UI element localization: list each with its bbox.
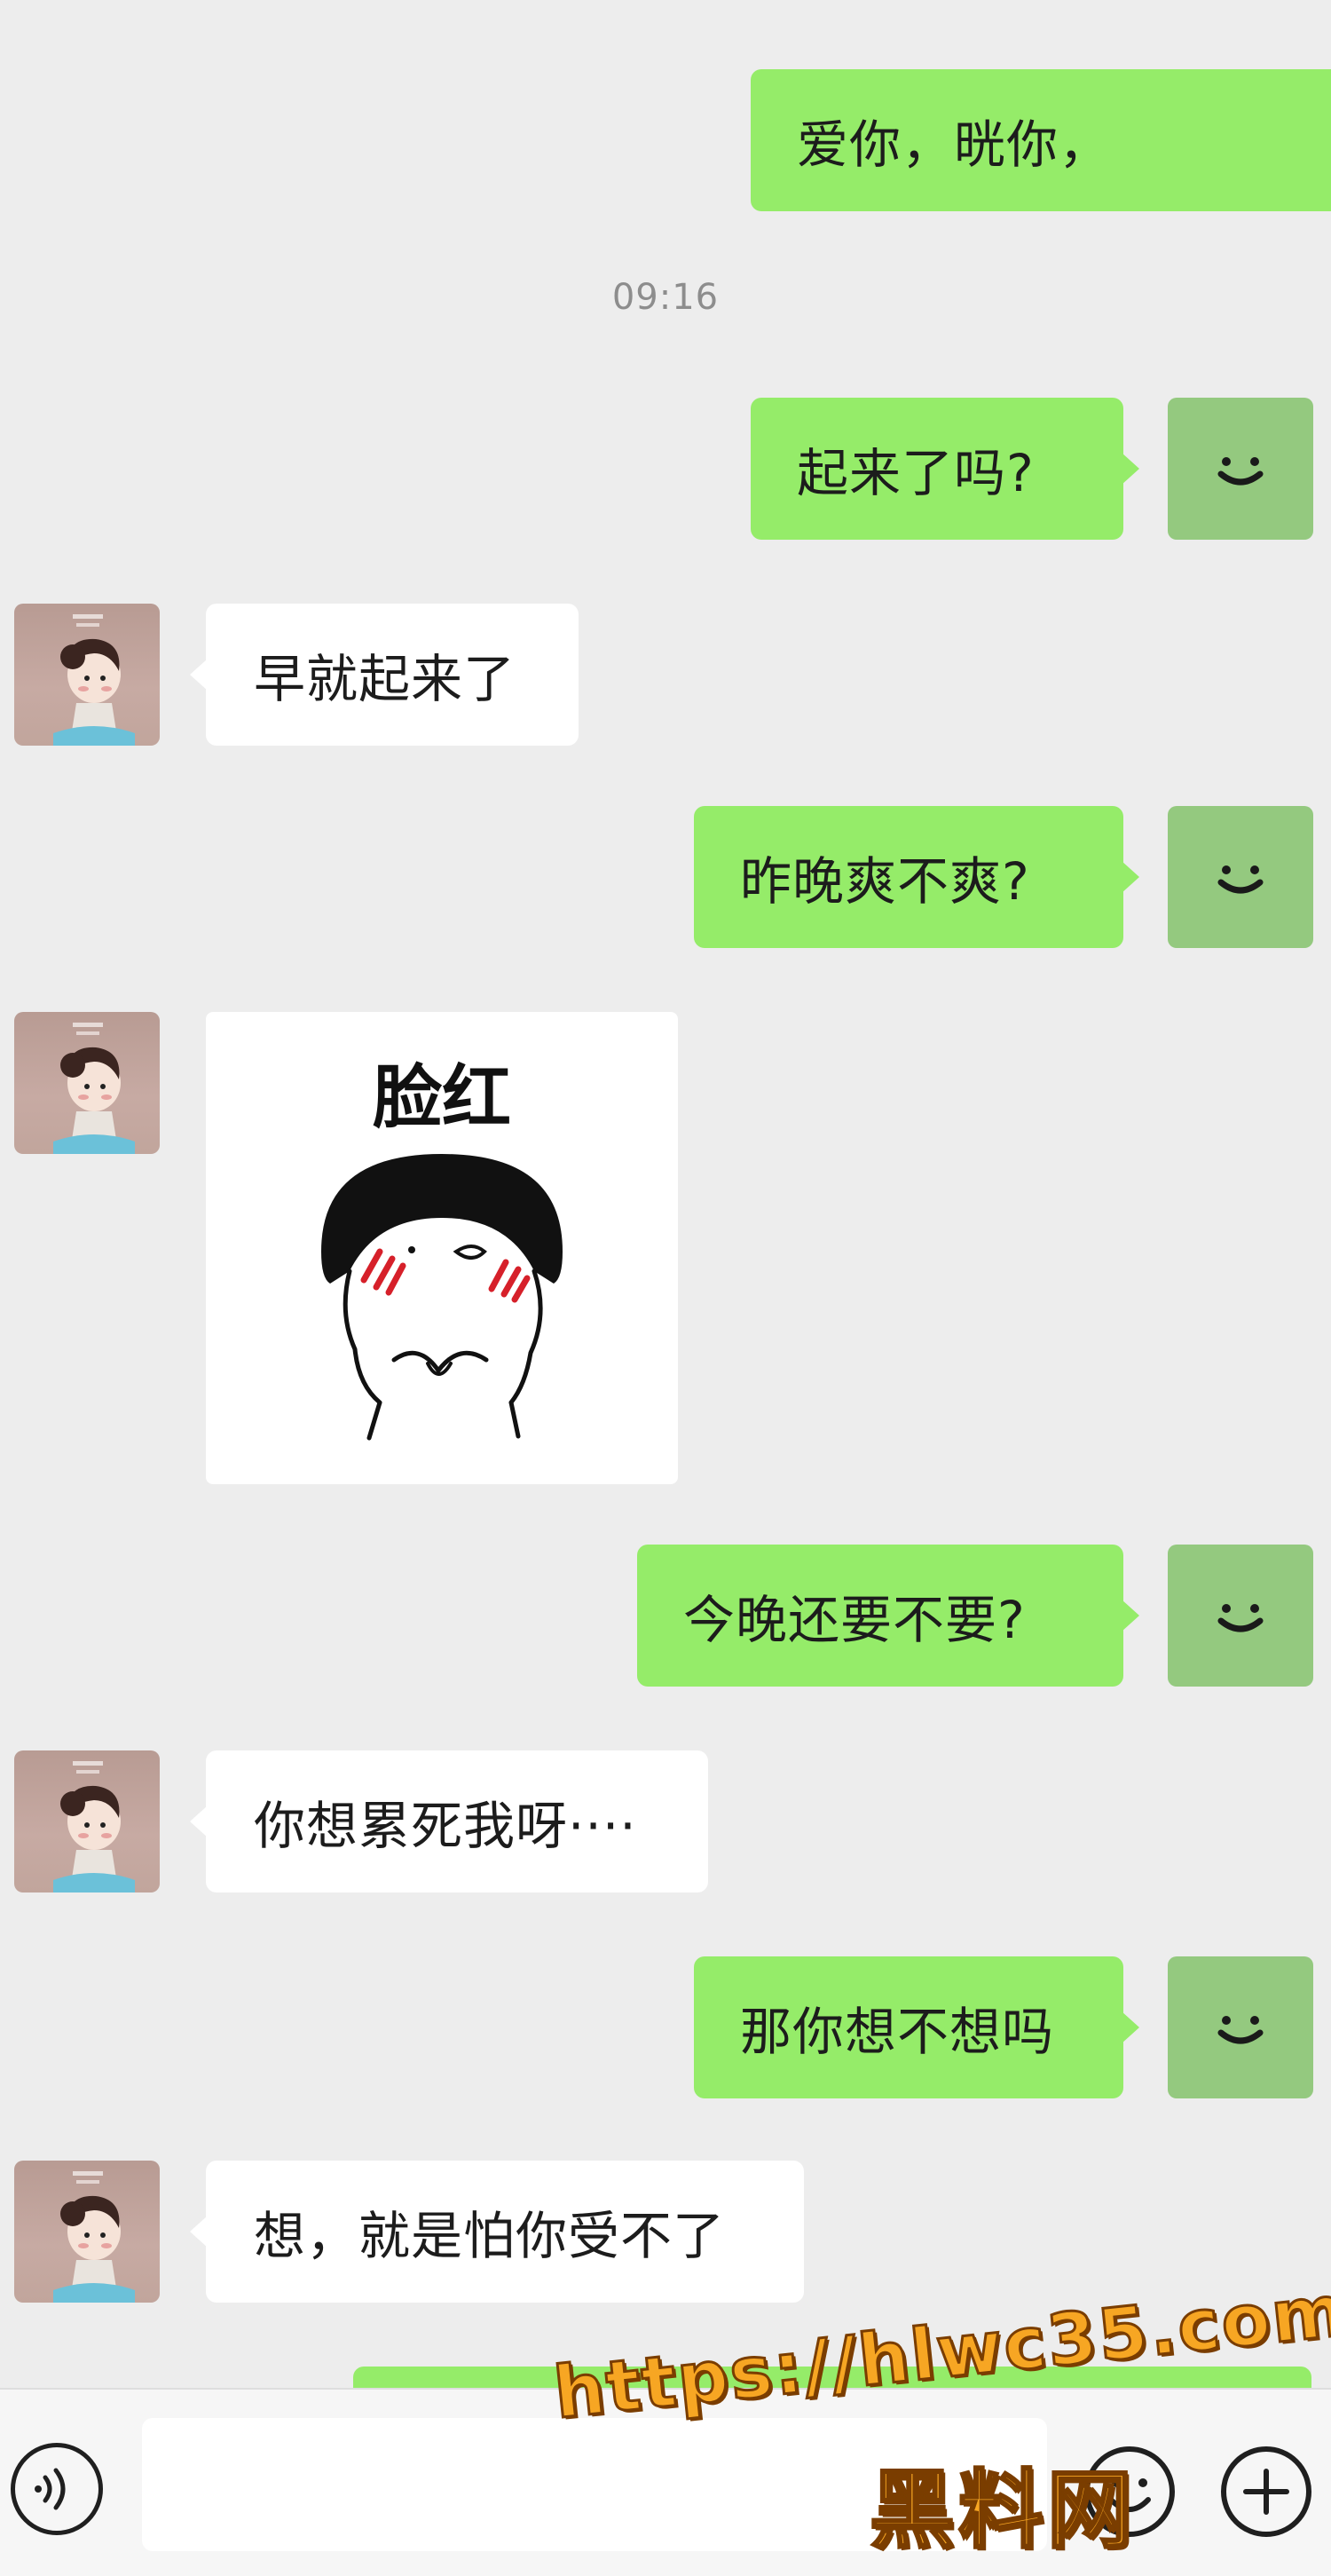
blushing-face-icon	[321, 1154, 563, 1441]
bubble-tail	[1122, 453, 1139, 485]
smile-face-icon	[1217, 2016, 1264, 2044]
peer-avatar[interactable]	[14, 1750, 160, 1892]
smile-face-icon	[1217, 865, 1264, 894]
message-text: 早就起来了	[254, 649, 516, 709]
peer-avatar[interactable]	[14, 2161, 160, 2303]
message-timestamp: 09:16	[611, 277, 720, 318]
message-text: 昨晚爽不爽?	[740, 851, 1030, 912]
message-text: 想，就是怕你受不了	[254, 2206, 726, 2266]
message-text: 今晚还要不要?	[683, 1590, 1026, 1650]
sticker-message[interactable]: 脸红	[206, 1012, 678, 1484]
self-avatar[interactable]	[1168, 1545, 1313, 1687]
chat-input-bar	[0, 2388, 1331, 2576]
outgoing-message-bubble[interactable]: 爱你，晄你，	[751, 69, 1331, 211]
girl-figure-icon	[53, 2171, 135, 2303]
bubble-tail	[190, 2216, 208, 2248]
chat-message-list[interactable]: 爱你，晄你， 09:16 起来了吗? 早就起来了 昨晚爽不爽? 脸红 今晚还要不…	[0, 0, 1331, 2388]
outgoing-message-bubble-partial[interactable]	[353, 2367, 1311, 2388]
outgoing-message-bubble[interactable]: 起来了吗?	[751, 398, 1139, 540]
girl-figure-icon	[53, 1023, 135, 1154]
outgoing-message-bubble[interactable]: 那你想不想吗	[694, 1956, 1139, 2098]
emoji-icon	[1084, 2446, 1175, 2537]
voice-icon	[35, 2468, 66, 2510]
self-avatar[interactable]	[1168, 806, 1313, 948]
smile-face-icon	[1217, 1604, 1264, 1632]
peer-avatar[interactable]	[14, 604, 160, 746]
emoji-button[interactable]	[1081, 2443, 1178, 2540]
voice-input-button[interactable]	[11, 2443, 103, 2535]
outgoing-message-bubble[interactable]: 今晚还要不要?	[637, 1545, 1139, 1687]
girl-figure-icon	[53, 614, 135, 746]
bubble-tail	[190, 659, 208, 691]
smile-face-icon	[1217, 457, 1264, 486]
girl-figure-icon	[53, 1761, 135, 1892]
outgoing-message-bubble[interactable]: 昨晚爽不爽?	[694, 806, 1139, 948]
message-text: 你想累死我呀····	[254, 1796, 637, 1856]
message-text-input[interactable]	[142, 2418, 1047, 2551]
message-text: 那你想不想吗	[740, 2002, 1055, 2062]
more-actions-button[interactable]	[1217, 2443, 1315, 2540]
incoming-message-bubble[interactable]: 你想累死我呀····	[190, 1750, 708, 1892]
peer-avatar[interactable]	[14, 1012, 160, 1154]
bubble-tail	[1122, 1600, 1139, 1632]
plus-icon	[1221, 2446, 1311, 2537]
incoming-message-bubble[interactable]: 想，就是怕你受不了	[190, 2161, 804, 2303]
bubble-tail	[1122, 2011, 1139, 2043]
self-avatar[interactable]	[1168, 1956, 1313, 2098]
bubble-tail	[1122, 861, 1139, 893]
incoming-message-bubble[interactable]: 早就起来了	[190, 604, 579, 746]
bubble-tail	[190, 1806, 208, 1837]
message-text: 爱你，晄你，	[797, 115, 1112, 175]
message-text: 起来了吗?	[797, 443, 1035, 503]
self-avatar[interactable]	[1168, 398, 1313, 540]
